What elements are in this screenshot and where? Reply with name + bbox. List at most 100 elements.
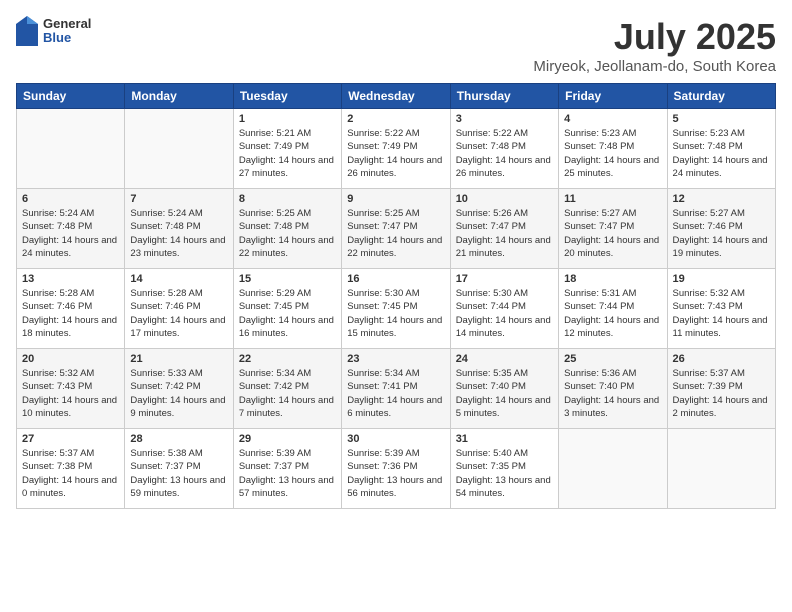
- day-info: Sunrise: 5:30 AM Sunset: 7:44 PM Dayligh…: [456, 287, 553, 340]
- weekday-header-row: SundayMondayTuesdayWednesdayThursdayFrid…: [17, 84, 776, 109]
- day-info: Sunrise: 5:34 AM Sunset: 7:42 PM Dayligh…: [239, 367, 336, 420]
- day-number: 7: [130, 193, 227, 205]
- calendar-table: SundayMondayTuesdayWednesdayThursdayFrid…: [16, 83, 776, 509]
- day-number: 9: [347, 193, 444, 205]
- calendar-location: Miryeok, Jeollanam-do, South Korea: [533, 58, 776, 75]
- day-cell: 3Sunrise: 5:22 AM Sunset: 7:48 PM Daylig…: [450, 109, 558, 189]
- day-info: Sunrise: 5:25 AM Sunset: 7:48 PM Dayligh…: [239, 207, 336, 260]
- week-row-4: 20 Sunrise: 5:32 AM Sunset: 7:43 PM Dayli…: [17, 349, 776, 429]
- day-number: 24: [456, 353, 553, 365]
- day-number: 15: [239, 273, 336, 285]
- day-number: 31: [456, 433, 553, 445]
- day-number: 16: [347, 273, 444, 285]
- weekday-header-sunday: Sunday: [17, 84, 125, 109]
- day-info: Sunrise: 5:32 AM Sunset: 7:43 PM Dayligh…: [673, 287, 770, 340]
- day-number: 18: [564, 273, 661, 285]
- day-info: Sunrise: 5:24 AM Sunset: 7:48 PM Dayligh…: [130, 207, 227, 260]
- weekday-header-friday: Friday: [559, 84, 667, 109]
- day-info: Sunrise: 5:31 AM Sunset: 7:44 PM Dayligh…: [564, 287, 661, 340]
- day-cell: 12 Sunrise: 5:27 AM Sunset: 7:46 PM Dayli…: [667, 189, 775, 269]
- logo-icon: [16, 16, 38, 46]
- day-info: Sunrise: 5:33 AM Sunset: 7:42 PM Dayligh…: [130, 367, 227, 420]
- day-info: Sunrise: 5:39 AM Sunset: 7:37 PM Dayligh…: [239, 447, 336, 500]
- day-number: 5: [673, 113, 770, 125]
- day-info: Sunrise: 5:39 AM Sunset: 7:36 PM Dayligh…: [347, 447, 444, 500]
- day-cell: 22 Sunrise: 5:34 AM Sunset: 7:42 PM Dayli…: [233, 349, 341, 429]
- day-number: 6: [22, 193, 119, 205]
- day-cell: 16 Sunrise: 5:30 AM Sunset: 7:45 PM Dayli…: [342, 269, 450, 349]
- day-info: Sunrise: 5:38 AM Sunset: 7:37 PM Dayligh…: [130, 447, 227, 500]
- day-cell: [667, 429, 775, 509]
- day-cell: 18 Sunrise: 5:31 AM Sunset: 7:44 PM Dayli…: [559, 269, 667, 349]
- day-number: 4: [564, 113, 661, 125]
- weekday-header-thursday: Thursday: [450, 84, 558, 109]
- title-block: July 2025 Miryeok, Jeollanam-do, South K…: [533, 16, 776, 75]
- week-row-3: 13 Sunrise: 5:28 AM Sunset: 7:46 PM Dayli…: [17, 269, 776, 349]
- day-number: 19: [673, 273, 770, 285]
- day-cell: 5 Sunrise: 5:23 AM Sunset: 7:48 PM Daylig…: [667, 109, 775, 189]
- day-cell: 10Sunrise: 5:26 AM Sunset: 7:47 PM Dayli…: [450, 189, 558, 269]
- day-number: 2: [347, 113, 444, 125]
- day-info: Sunrise: 5:29 AM Sunset: 7:45 PM Dayligh…: [239, 287, 336, 340]
- day-cell: 2 Sunrise: 5:22 AM Sunset: 7:49 PM Daylig…: [342, 109, 450, 189]
- day-number: 11: [564, 193, 661, 205]
- day-cell: 19 Sunrise: 5:32 AM Sunset: 7:43 PM Dayli…: [667, 269, 775, 349]
- day-number: 26: [673, 353, 770, 365]
- day-info: Sunrise: 5:36 AM Sunset: 7:40 PM Dayligh…: [564, 367, 661, 420]
- day-number: 17: [456, 273, 553, 285]
- day-cell: 26Sunrise: 5:37 AM Sunset: 7:39 PM Dayli…: [667, 349, 775, 429]
- day-cell: 8Sunrise: 5:25 AM Sunset: 7:48 PM Daylig…: [233, 189, 341, 269]
- day-info: Sunrise: 5:35 AM Sunset: 7:40 PM Dayligh…: [456, 367, 553, 420]
- day-info: Sunrise: 5:28 AM Sunset: 7:46 PM Dayligh…: [22, 287, 119, 340]
- day-info: Sunrise: 5:24 AM Sunset: 7:48 PM Dayligh…: [22, 207, 119, 260]
- week-row-2: 6 Sunrise: 5:24 AM Sunset: 7:48 PM Daylig…: [17, 189, 776, 269]
- day-number: 27: [22, 433, 119, 445]
- day-cell: 15 Sunrise: 5:29 AM Sunset: 7:45 PM Dayli…: [233, 269, 341, 349]
- day-number: 28: [130, 433, 227, 445]
- weekday-header-wednesday: Wednesday: [342, 84, 450, 109]
- day-info: Sunrise: 5:37 AM Sunset: 7:38 PM Dayligh…: [22, 447, 119, 500]
- day-cell: 23 Sunrise: 5:34 AM Sunset: 7:41 PM Dayli…: [342, 349, 450, 429]
- day-info: Sunrise: 5:25 AM Sunset: 7:47 PM Dayligh…: [347, 207, 444, 260]
- day-info: Sunrise: 5:30 AM Sunset: 7:45 PM Dayligh…: [347, 287, 444, 340]
- day-info: Sunrise: 5:40 AM Sunset: 7:35 PM Dayligh…: [456, 447, 553, 500]
- day-number: 13: [22, 273, 119, 285]
- day-cell: 28 Sunrise: 5:38 AM Sunset: 7:37 PM Dayli…: [125, 429, 233, 509]
- day-info: Sunrise: 5:22 AM Sunset: 7:49 PM Dayligh…: [347, 127, 444, 180]
- day-info: Sunrise: 5:23 AM Sunset: 7:48 PM Dayligh…: [673, 127, 770, 180]
- weekday-header-tuesday: Tuesday: [233, 84, 341, 109]
- day-cell: 14Sunrise: 5:28 AM Sunset: 7:46 PM Dayli…: [125, 269, 233, 349]
- day-info: Sunrise: 5:34 AM Sunset: 7:41 PM Dayligh…: [347, 367, 444, 420]
- day-cell: 25Sunrise: 5:36 AM Sunset: 7:40 PM Dayli…: [559, 349, 667, 429]
- day-cell: 31 Sunrise: 5:40 AM Sunset: 7:35 PM Dayli…: [450, 429, 558, 509]
- day-number: 1: [239, 113, 336, 125]
- day-info: Sunrise: 5:26 AM Sunset: 7:47 PM Dayligh…: [456, 207, 553, 260]
- day-cell: 13 Sunrise: 5:28 AM Sunset: 7:46 PM Dayli…: [17, 269, 125, 349]
- day-number: 20: [22, 353, 119, 365]
- day-number: 21: [130, 353, 227, 365]
- week-row-1: 1Sunrise: 5:21 AM Sunset: 7:49 PM Daylig…: [17, 109, 776, 189]
- day-cell: 24 Sunrise: 5:35 AM Sunset: 7:40 PM Dayli…: [450, 349, 558, 429]
- day-cell: 27 Sunrise: 5:37 AM Sunset: 7:38 PM Dayli…: [17, 429, 125, 509]
- day-info: Sunrise: 5:28 AM Sunset: 7:46 PM Dayligh…: [130, 287, 227, 340]
- week-row-5: 27 Sunrise: 5:37 AM Sunset: 7:38 PM Dayli…: [17, 429, 776, 509]
- day-info: Sunrise: 5:23 AM Sunset: 7:48 PM Dayligh…: [564, 127, 661, 180]
- day-cell: 6 Sunrise: 5:24 AM Sunset: 7:48 PM Daylig…: [17, 189, 125, 269]
- day-cell: [125, 109, 233, 189]
- day-cell: 17 Sunrise: 5:30 AM Sunset: 7:44 PM Dayli…: [450, 269, 558, 349]
- day-cell: [17, 109, 125, 189]
- day-number: 23: [347, 353, 444, 365]
- logo-blue: Blue: [43, 31, 91, 45]
- calendar-title: July 2025: [533, 16, 776, 58]
- day-cell: 11 Sunrise: 5:27 AM Sunset: 7:47 PM Dayli…: [559, 189, 667, 269]
- day-cell: 30Sunrise: 5:39 AM Sunset: 7:36 PM Dayli…: [342, 429, 450, 509]
- day-info: Sunrise: 5:27 AM Sunset: 7:47 PM Dayligh…: [564, 207, 661, 260]
- day-number: 29: [239, 433, 336, 445]
- day-number: 12: [673, 193, 770, 205]
- day-info: Sunrise: 5:27 AM Sunset: 7:46 PM Dayligh…: [673, 207, 770, 260]
- day-number: 22: [239, 353, 336, 365]
- day-info: Sunrise: 5:32 AM Sunset: 7:43 PM Dayligh…: [22, 367, 119, 420]
- day-cell: [559, 429, 667, 509]
- weekday-header-saturday: Saturday: [667, 84, 775, 109]
- weekday-header-monday: Monday: [125, 84, 233, 109]
